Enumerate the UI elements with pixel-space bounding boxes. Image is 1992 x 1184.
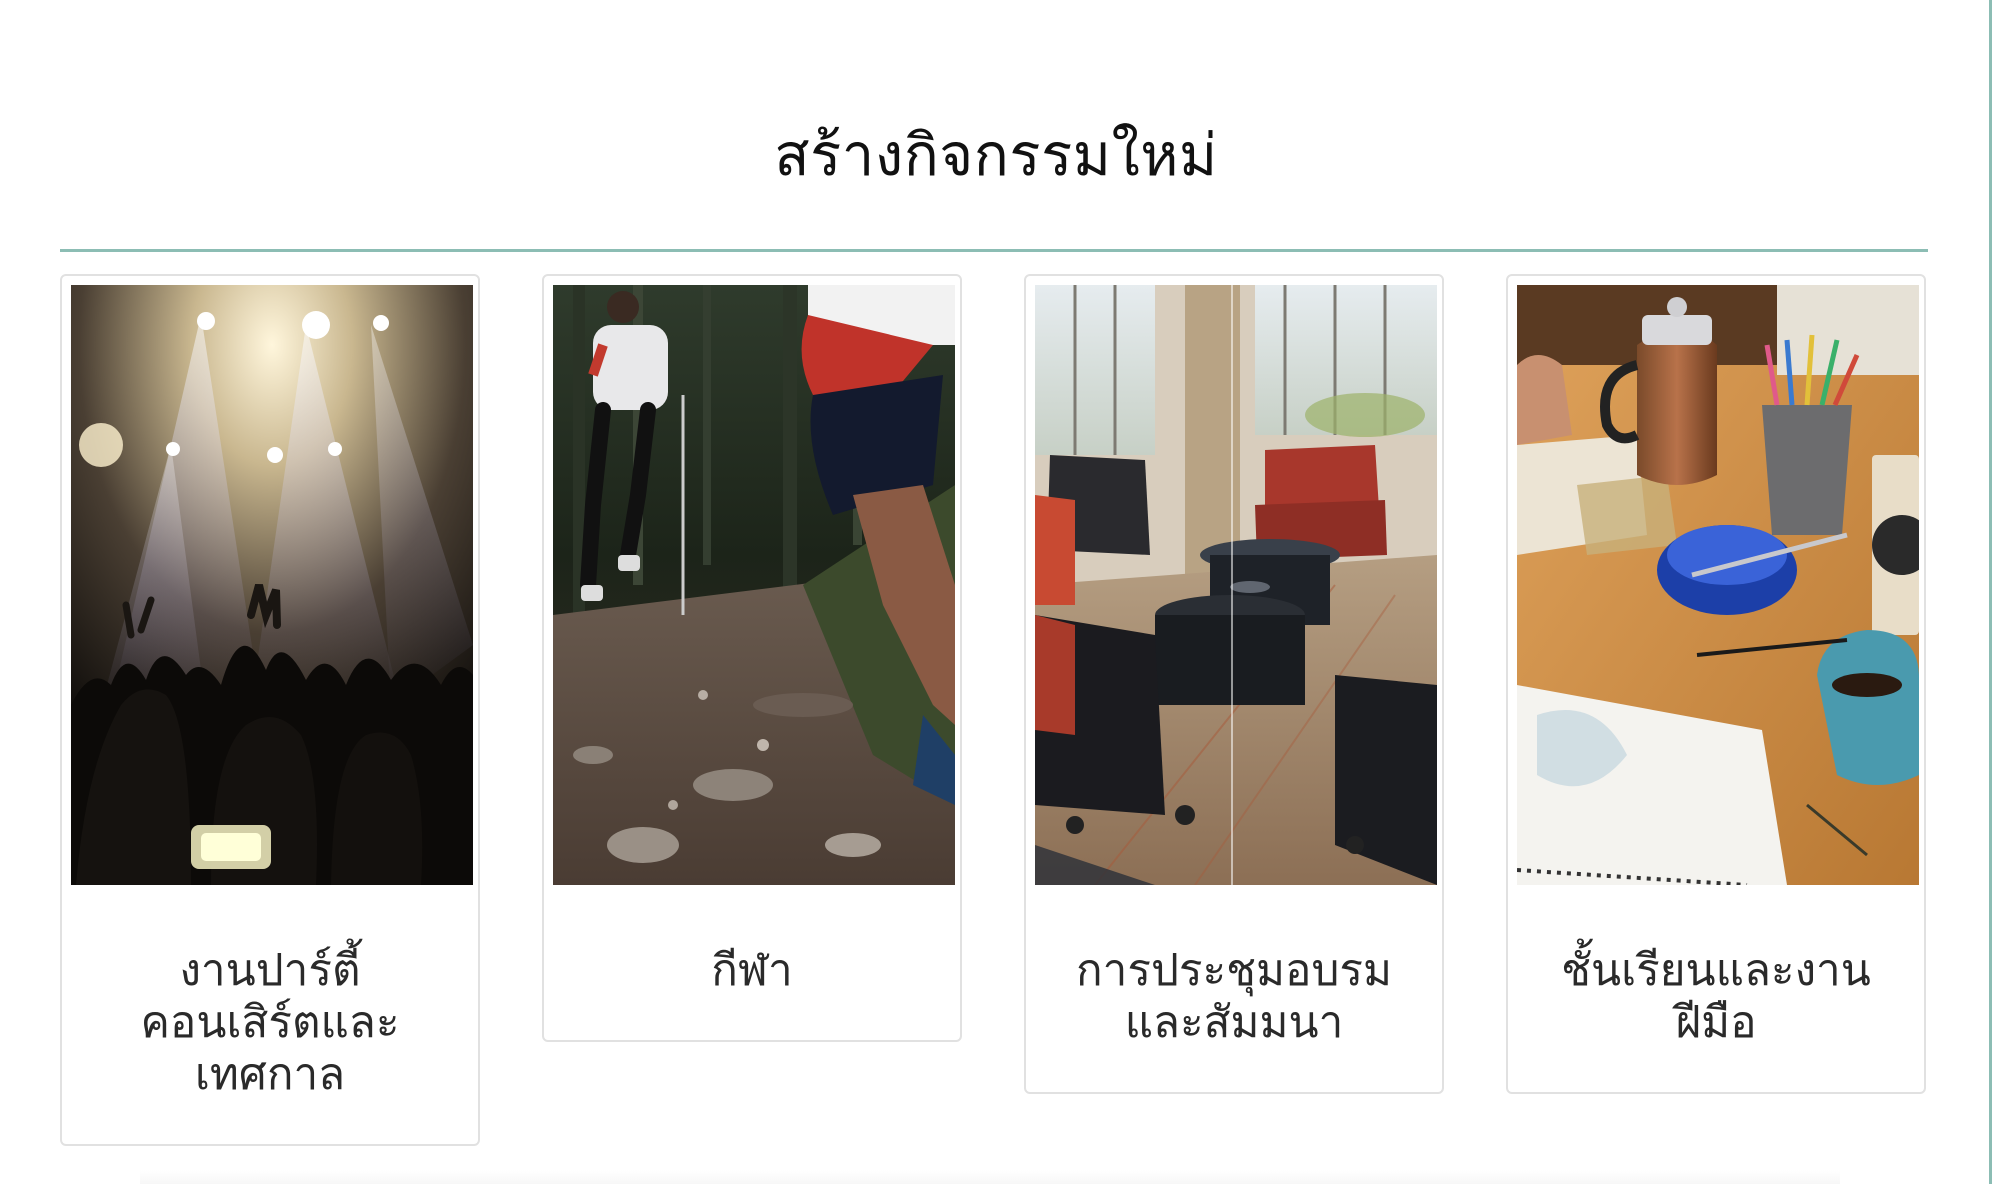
create-event-page: สร้างกิจกรรมใหม่ งานปาร์ตี้ คอนเสิร์ตและ… <box>0 0 1992 1184</box>
category-label: การประชุมอบรม และสัมมนา <box>1075 945 1393 1048</box>
bottom-shadow <box>140 1170 1840 1184</box>
category-card-sports[interactable]: กีฬา <box>542 274 962 1042</box>
category-card-classes-crafts[interactable]: ชั้นเรียนและงาน ฝีมือ <box>1506 274 1926 1094</box>
page-title: สร้างกิจกรรมใหม่ <box>774 121 1218 189</box>
category-image-crafts-desk <box>1517 285 1919 885</box>
category-image-trail-running <box>553 285 955 885</box>
category-label: ชั้นเรียนและงาน ฝีมือ <box>1561 945 1871 1048</box>
category-image-concert <box>71 285 473 885</box>
category-card-party-concert-festival[interactable]: งานปาร์ตี้ คอนเสิร์ตและ เทศกาล <box>60 274 480 1146</box>
category-image-meeting-lounge <box>1035 285 1437 885</box>
title-divider <box>60 249 1928 252</box>
category-label: กีฬา <box>711 945 793 996</box>
category-card-conference-seminar[interactable]: การประชุมอบรม และสัมมนา <box>1024 274 1444 1094</box>
category-label: งานปาร์ตี้ คอนเสิร์ตและ เทศกาล <box>140 945 400 1100</box>
